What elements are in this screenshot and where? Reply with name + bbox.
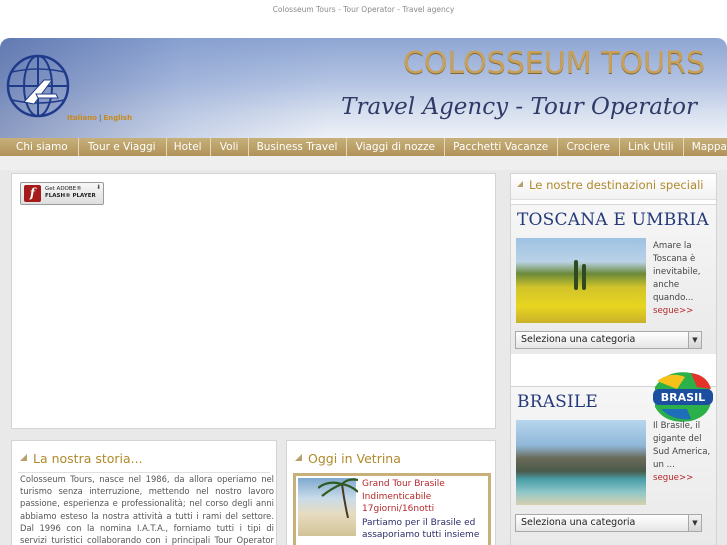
story-text: Colosseum Tours, nasce nel 1986, da allo…	[20, 474, 274, 545]
nav-link-utili[interactable]: Link Utili	[628, 138, 673, 156]
vetrina-title: Oggi in Vetrina	[295, 451, 401, 466]
vetrina-offer-title[interactable]: Grand Tour Brasile Indimenticabile 17gio…	[362, 478, 492, 516]
destination-brasile: BRASILE BRASIL Il Brasile, il gigante de…	[511, 372, 716, 545]
destination-toscana: TOSCANA E UMBRIA Amare la Toscana è inev…	[511, 204, 716, 354]
flash-banner-area: f Get ADOBE® FLASH® PLAYER ⬇	[11, 173, 496, 429]
nav-crociere[interactable]: Crociere	[566, 138, 610, 156]
category-select[interactable]: Seleziona una categoria ▼	[515, 514, 702, 532]
brasil-logo-icon[interactable]: BRASIL	[647, 367, 717, 425]
destination-description: Amare la Toscana è inevitabile, anche qu…	[653, 240, 713, 318]
read-more-link[interactable]: segue>>	[653, 305, 713, 318]
triangle-bullet-icon	[20, 454, 27, 461]
nav-mappa[interactable]: Mappa	[692, 138, 727, 156]
vetrina-offer-duration[interactable]: 17giorni/16notti	[362, 503, 492, 516]
brasil-logo-text: BRASIL	[661, 391, 705, 404]
vetrina-offer-desc: Partiamo per il Brasile ed assaporiamo t…	[362, 518, 480, 540]
category-select[interactable]: Seleziona una categoria ▼	[515, 331, 702, 349]
main-nav: Chi siamo Tour e Viaggi Hotel Voli Busin…	[0, 138, 727, 156]
download-arrow-icon: ⬇	[95, 184, 101, 191]
vetrina-panel: Oggi in Vetrina Grand Tour Brasile Indim…	[286, 440, 496, 545]
destinations-header: Le nostre destinazioni speciali	[511, 174, 716, 200]
flash-line2: FLASH® PLAYER	[45, 193, 96, 199]
lang-italiano-link[interactable]: Italiano	[67, 114, 97, 122]
nav-business-travel[interactable]: Business Travel	[257, 138, 338, 156]
brand-tagline: Travel Agency - Tour Operator	[341, 94, 697, 120]
destinations-title: Le nostre destinazioni speciali	[529, 178, 704, 192]
vetrina-title-text: Oggi in Vetrina	[308, 451, 401, 466]
lang-separator: |	[99, 114, 102, 122]
read-more-link[interactable]: segue>>	[653, 472, 713, 485]
globe-logo-icon[interactable]	[4, 44, 74, 132]
lang-english-link[interactable]: English	[103, 114, 132, 122]
select-arrow-icon[interactable]: ▼	[688, 515, 701, 531]
vetrina-offer-card[interactable]: Grand Tour Brasile Indimenticabile 17gio…	[293, 473, 491, 545]
page-top-title: Colosseum Tours - Tour Operator - Travel…	[272, 5, 455, 14]
flash-player-icon: f	[24, 185, 41, 202]
brasile-photo[interactable]	[516, 420, 646, 505]
vetrina-offer-name[interactable]: Grand Tour Brasile Indimenticabile	[362, 478, 492, 503]
nav-pacchetti-vacanze[interactable]: Pacchetti Vacanze	[453, 138, 548, 156]
flash-line1: Get ADOBE®	[45, 186, 82, 192]
nav-voli[interactable]: Voli	[220, 138, 239, 156]
nav-tour-e-viaggi[interactable]: Tour e Viaggi	[88, 138, 156, 156]
nav-hotel[interactable]: Hotel	[174, 138, 202, 156]
triangle-bullet-icon	[517, 181, 523, 187]
toscana-photo[interactable]	[516, 238, 646, 323]
destination-description: Il Brasile, il gigante del Sud America, …	[653, 420, 713, 485]
triangle-bullet-icon	[295, 454, 302, 461]
main-content: f Get ADOBE® FLASH® PLAYER ⬇ La nostra s…	[0, 170, 727, 545]
language-switcher: Italiano | English	[67, 114, 132, 122]
select-arrow-icon[interactable]: ▼	[688, 332, 701, 348]
beach-photo[interactable]	[298, 478, 358, 536]
story-title: La nostra storia...	[20, 451, 143, 466]
site-header: Italiano | English COLOSSEUM TOURS Travel …	[0, 38, 727, 138]
nav-shadow-strip	[0, 156, 727, 170]
destination-heading[interactable]: TOSCANA E UMBRIA	[517, 210, 709, 230]
brand-title: COLOSSEUM TOURS	[402, 46, 705, 81]
destinations-panel: Le nostre destinazioni speciali TOSCANA …	[510, 173, 717, 545]
story-panel: La nostra storia... Colosseum Tours, nas…	[11, 440, 277, 545]
palm-tree-icon	[318, 478, 358, 518]
nav-viaggi-di-nozze[interactable]: Viaggi di nozze	[356, 138, 435, 156]
destination-heading[interactable]: BRASILE	[517, 392, 598, 412]
get-flash-player-button[interactable]: f Get ADOBE® FLASH® PLAYER ⬇	[20, 182, 104, 205]
story-title-text: La nostra storia...	[33, 451, 143, 466]
nav-chi-siamo[interactable]: Chi siamo	[16, 138, 68, 156]
